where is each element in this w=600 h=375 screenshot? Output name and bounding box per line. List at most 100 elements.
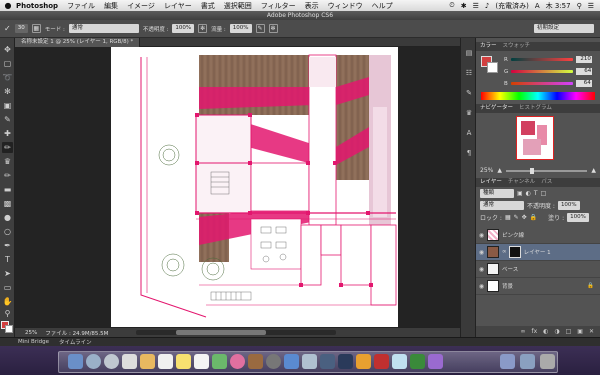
battery-status[interactable]: (充電済み)	[495, 1, 528, 11]
zoom-in-icon[interactable]: ▲	[591, 167, 596, 174]
blend-mode-select[interactable]: 通常	[480, 201, 524, 210]
finder-icon[interactable]	[68, 354, 83, 369]
calendar-icon[interactable]	[158, 354, 173, 369]
shape-tool-icon[interactable]: ▭	[2, 282, 13, 293]
navigator-zoom-value[interactable]: 25%	[480, 167, 493, 174]
visibility-eye-icon[interactable]: ◉	[476, 232, 487, 239]
clone-stamp-tool-icon[interactable]: ♛	[2, 156, 13, 167]
trash-icon[interactable]	[540, 354, 555, 369]
layer-opacity-field[interactable]: 100%	[557, 201, 580, 210]
eraser-tool-icon[interactable]: ▬	[2, 184, 13, 195]
menu-window[interactable]: ウィンドウ	[328, 1, 363, 11]
mini-bridge-tab[interactable]: Mini Bridge	[18, 339, 49, 345]
timeline-tab[interactable]: タイムライン	[59, 338, 92, 346]
blue-value[interactable]: 64	[575, 80, 592, 87]
background-color-swatch[interactable]	[5, 325, 13, 333]
safari-icon[interactable]	[104, 354, 119, 369]
illustrator-icon[interactable]	[356, 354, 371, 369]
preview-icon[interactable]	[302, 354, 317, 369]
tab-histogram[interactable]: ヒストグラム	[519, 104, 552, 113]
crop-tool-icon[interactable]: ▣	[2, 100, 13, 111]
brush-tool-preset-icon[interactable]: ✓	[4, 24, 11, 33]
mode-select[interactable]: 通常	[68, 24, 139, 33]
lock-image-icon[interactable]: ✎	[514, 214, 519, 221]
apple-menu-icon[interactable]: ●	[0, 1, 16, 10]
layer-name[interactable]: レイヤー 1	[524, 248, 551, 256]
layer-name[interactable]: 背景	[502, 282, 513, 290]
textedit-icon[interactable]	[392, 354, 407, 369]
reminders-icon[interactable]	[194, 354, 209, 369]
healing-tool-icon[interactable]: ✚	[2, 128, 13, 139]
lock-position-icon[interactable]: ✥	[522, 214, 527, 221]
visibility-eye-icon[interactable]: ◉	[476, 249, 487, 256]
adjustment-layer-icon[interactable]: ◑	[554, 328, 559, 335]
tab-navigator[interactable]: ナビゲーター	[480, 104, 513, 113]
color-spectrum-bar[interactable]	[481, 92, 595, 100]
chain-icon[interactable]: ∞	[502, 249, 507, 255]
menubar-clock[interactable]: 木 3:57	[546, 1, 571, 11]
layer-row[interactable]: ◉ ベース	[476, 261, 600, 278]
pressure-opacity-icon[interactable]: ✻	[198, 24, 208, 33]
spotlight-icon[interactable]: ⚲	[577, 2, 582, 10]
add-mask-icon[interactable]: ◐	[543, 328, 548, 335]
timemachine-icon[interactable]: ⏲	[449, 1, 454, 10]
tab-paths[interactable]: パス	[541, 178, 552, 187]
move-tool-icon[interactable]: ✥	[2, 44, 13, 55]
mail-icon[interactable]	[122, 354, 137, 369]
itunes-icon[interactable]	[230, 354, 245, 369]
notes-icon[interactable]	[176, 354, 191, 369]
pen-tool-icon[interactable]: ✒	[2, 240, 13, 251]
layer-name[interactable]: ピンク線	[502, 231, 524, 239]
airbrush-icon[interactable]: ✎	[255, 24, 265, 33]
eyedropper-tool-icon[interactable]: ✎	[2, 114, 13, 125]
menu-file[interactable]: ファイル	[67, 1, 95, 11]
menu-filter[interactable]: フィルター	[261, 1, 296, 11]
zoom-out-icon[interactable]: ▲	[497, 167, 502, 174]
menu-edit[interactable]: 編集	[104, 1, 118, 11]
menu-select[interactable]: 選択範囲	[224, 1, 252, 11]
canvas-area[interactable]	[15, 47, 460, 327]
app-menu[interactable]: Photoshop	[16, 2, 58, 10]
delete-layer-icon[interactable]: ✕	[589, 328, 594, 335]
visibility-eye-icon[interactable]: ◉	[476, 283, 487, 290]
horizontal-scrollbar[interactable]	[136, 330, 337, 335]
document-tab[interactable]: 名称未設定 1 @ 25% (レイヤー 1, RGB/8) *	[15, 38, 141, 47]
input-source-icon[interactable]: A	[535, 2, 540, 10]
menu-image[interactable]: イメージ	[127, 1, 155, 11]
character-panel-icon[interactable]: A	[464, 128, 474, 138]
visibility-eye-icon[interactable]: ◉	[476, 266, 487, 273]
dodge-tool-icon[interactable]: ○	[2, 226, 13, 237]
layer-fill-field[interactable]: 100%	[567, 213, 589, 222]
filter-type-icon[interactable]: T	[534, 190, 538, 197]
brush-panel-icon[interactable]: ▦	[31, 24, 41, 33]
app-store-icon[interactable]	[284, 354, 299, 369]
zoom-tool-icon[interactable]: ⚲	[2, 308, 13, 319]
new-group-icon[interactable]: □	[566, 328, 572, 335]
hand-tool-icon[interactable]: ✋	[2, 296, 13, 307]
quick-select-tool-icon[interactable]: ✻	[2, 86, 13, 97]
brush-tool-icon[interactable]: ✏	[2, 142, 13, 153]
fx-icon[interactable]: fx	[531, 328, 537, 335]
acrobat-icon[interactable]	[374, 354, 389, 369]
filter-pixel-icon[interactable]: ▣	[517, 190, 523, 197]
menu-type[interactable]: 書式	[201, 1, 215, 11]
paragraph-panel-icon[interactable]: ¶	[464, 148, 474, 158]
layer-row[interactable]: ◉ ピンク線	[476, 227, 600, 244]
blur-tool-icon[interactable]: ●	[2, 212, 13, 223]
layer-name[interactable]: ベース	[502, 265, 518, 273]
tab-layers[interactable]: レイヤー	[480, 178, 502, 187]
filter-shape-icon[interactable]: □	[541, 190, 547, 197]
bluetooth-icon[interactable]: ✱	[461, 2, 467, 10]
layer-row[interactable]: ◉ 背景 🔒	[476, 278, 600, 295]
workspace-switcher[interactable]: 初期設定	[534, 24, 594, 33]
tab-color[interactable]: カラー	[480, 42, 497, 51]
wifi-icon[interactable]: ☰	[473, 2, 479, 10]
red-value[interactable]: 210	[575, 56, 592, 63]
green-slider[interactable]	[511, 70, 574, 73]
path-select-tool-icon[interactable]: ➤	[2, 268, 13, 279]
menu-view[interactable]: 表示	[305, 1, 319, 11]
menu-help[interactable]: ヘルプ	[372, 1, 393, 11]
contacts-icon[interactable]	[140, 354, 155, 369]
status-zoom[interactable]: 25%	[25, 330, 37, 336]
documents-stack-icon[interactable]	[520, 354, 535, 369]
